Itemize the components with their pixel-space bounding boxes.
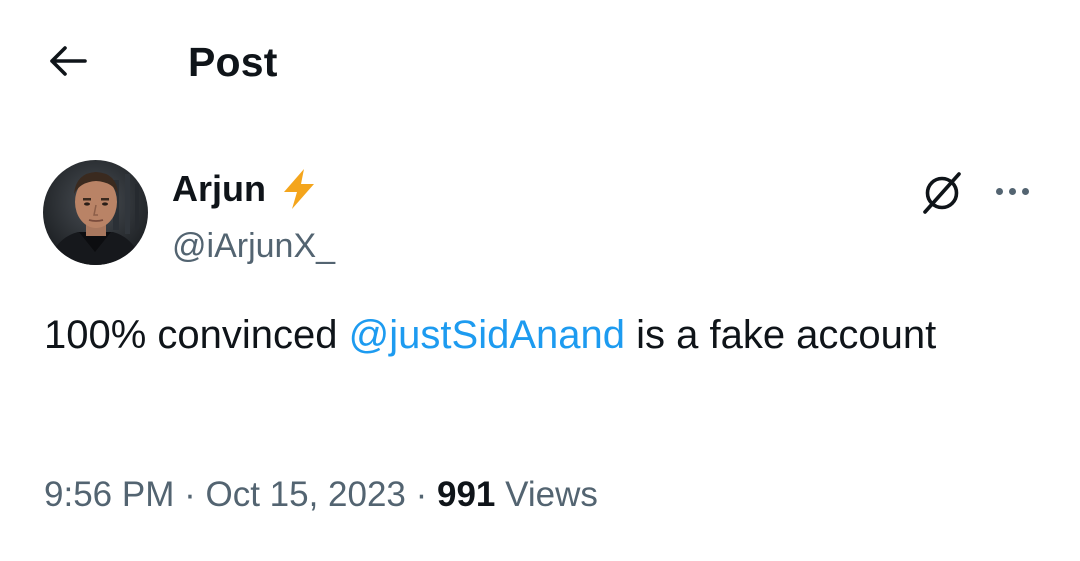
post-timestamp[interactable]: 9:56 PM · Oct 15, 2023 <box>44 475 406 514</box>
author-handle[interactable]: @iArjunX_ <box>172 225 335 267</box>
grok-icon <box>918 169 966 222</box>
views-label: Views <box>495 475 598 514</box>
post-text-after: is a fake account <box>624 313 937 357</box>
post-text: 100% convinced @justSidAnand is a fake a… <box>44 304 1034 367</box>
views-count[interactable]: 991 <box>437 475 495 514</box>
author-name[interactable]: Arjun <box>172 166 322 212</box>
more-horizontal-icon <box>993 182 1032 200</box>
author-name-label: Arjun <box>172 168 266 209</box>
post-text-before: 100% convinced <box>44 313 349 357</box>
post-date: Oct 15, 2023 <box>205 475 406 514</box>
top-bar: Post <box>0 0 1080 125</box>
meta-separator: · <box>405 475 437 514</box>
post-author-row: Arjun @iArjunX_ <box>0 155 1080 275</box>
avatar[interactable] <box>43 160 148 265</box>
arrow-left-icon <box>47 44 89 83</box>
more-options-button[interactable] <box>986 165 1038 217</box>
page-title: Post <box>188 39 278 85</box>
back-button[interactable] <box>40 38 96 88</box>
lightning-bolt-icon <box>276 166 322 212</box>
grok-button[interactable] <box>912 165 972 225</box>
post-meta: 9:56 PM · Oct 15, 2023 · 991 Views <box>44 472 598 518</box>
meta-separator: · <box>174 475 206 514</box>
post-time: 9:56 PM <box>44 475 175 514</box>
mention-link[interactable]: @justSidAnand <box>349 313 625 357</box>
